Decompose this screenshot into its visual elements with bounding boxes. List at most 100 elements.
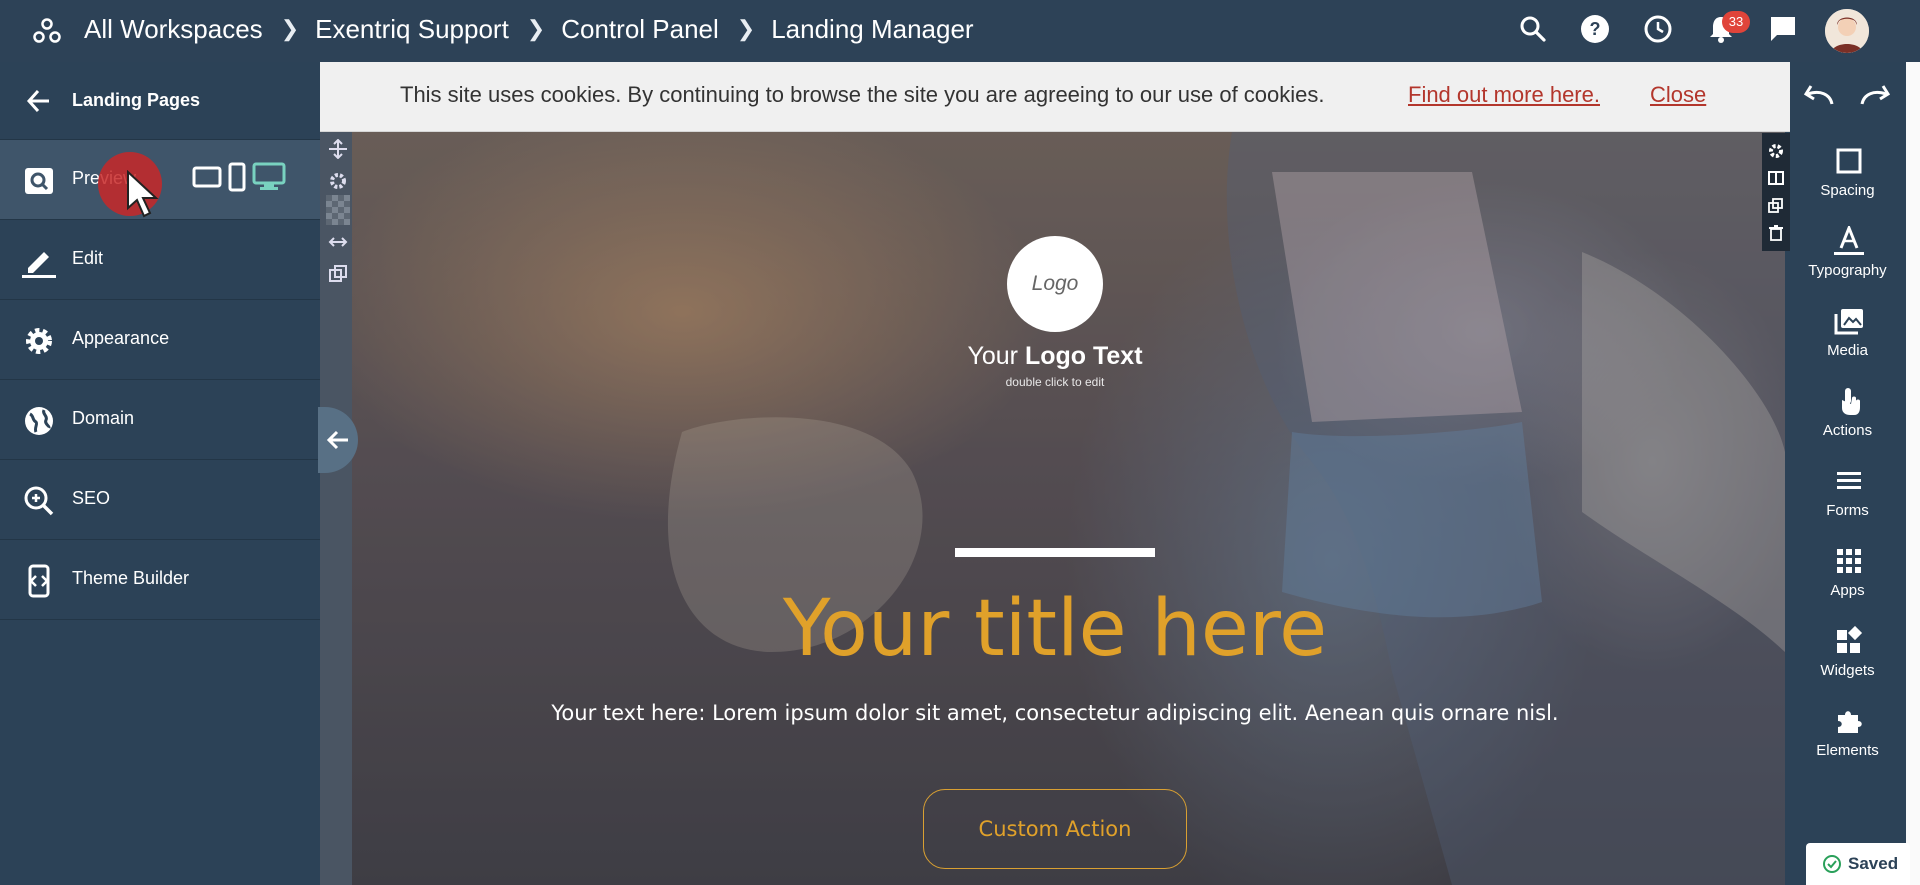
hero-divider [955, 548, 1155, 557]
logo-hint: double click to edit [1005, 375, 1105, 389]
logo-placeholder-text: Logo [1031, 272, 1079, 295]
cookie-more-link[interactable]: Find out more here. [1408, 82, 1600, 108]
tool-label: Elements [1816, 742, 1879, 759]
undo-icon[interactable] [1802, 84, 1836, 106]
hero-text[interactable]: Your text here: Lorem ipsum dolor sit am… [352, 701, 1758, 725]
tool-actions[interactable]: Actions [1790, 386, 1905, 466]
sidebar: Landing Pages Preview Edit A [0, 62, 320, 885]
copy-icon[interactable] [1768, 197, 1784, 214]
sidebar-item-label: Edit [72, 248, 104, 268]
scrollbar[interactable] [1906, 62, 1920, 885]
hero-title[interactable]: Your title here [352, 584, 1758, 674]
transparency-swatch[interactable] [326, 195, 350, 225]
chevron-right-icon: ❯ [736, 16, 756, 41]
globe-icon [25, 407, 53, 435]
notification-badge: 33 [1722, 11, 1750, 33]
chevron-right-icon: ❯ [526, 16, 546, 41]
tool-label: Apps [1830, 582, 1865, 599]
back-to-landing-pages[interactable]: Landing Pages [0, 62, 320, 140]
search-icon[interactable] [1518, 14, 1548, 44]
top-bar: All Workspaces ❯ Exentriq Support ❯ Cont… [0, 0, 1920, 62]
desktop-icon[interactable] [252, 162, 286, 192]
arrow-left-icon [26, 89, 49, 113]
arrow-left-icon [326, 430, 348, 450]
history-controls [1790, 62, 1900, 132]
theme-builder-icon [28, 564, 50, 598]
tool-label: Widgets [1820, 662, 1875, 679]
cookie-banner: This site uses cookies. By continuing to… [320, 62, 1790, 132]
tool-elements[interactable]: Elements [1790, 706, 1905, 786]
sidebar-item-label: Domain [72, 408, 135, 428]
move-icon[interactable] [328, 139, 348, 159]
logo-placeholder[interactable]: Logo [1007, 236, 1103, 332]
tool-label: Typography [1808, 262, 1887, 279]
typography-icon [1834, 226, 1864, 255]
trash-icon[interactable] [1768, 225, 1784, 242]
widgets-icon [1837, 626, 1863, 653]
preview-icon [25, 168, 53, 194]
logo-text[interactable]: Your Logo Text [952, 342, 1158, 371]
chevron-right-icon: ❯ [280, 16, 300, 41]
logo-text-light: Your [967, 342, 1018, 370]
tool-apps[interactable]: Apps [1790, 546, 1905, 626]
sidebar-item-appearance[interactable]: Appearance [0, 300, 320, 380]
tool-widgets[interactable]: Widgets [1790, 626, 1905, 706]
spacing-icon [1836, 148, 1862, 174]
edit-icon [22, 252, 56, 278]
avatar[interactable] [1825, 9, 1869, 53]
media-icon [1834, 309, 1863, 335]
tool-label: Actions [1822, 422, 1873, 439]
puzzle-icon [1838, 711, 1862, 733]
sidebar-item-theme-builder[interactable]: Theme Builder [0, 540, 320, 620]
sidebar-item-edit[interactable]: Edit [0, 220, 320, 300]
history-icon[interactable] [1643, 14, 1673, 44]
saved-label: Saved [1848, 854, 1899, 873]
sidebar-item-label: Theme Builder [72, 568, 190, 588]
breadcrumb-control-panel[interactable]: Control Panel [561, 14, 719, 45]
saved-status: Saved [1806, 843, 1910, 885]
touch-icon [1842, 388, 1860, 415]
duplicate-icon[interactable] [329, 265, 347, 283]
tool-forms[interactable]: Forms [1790, 466, 1905, 546]
breadcrumb-all-workspaces[interactable]: All Workspaces [84, 14, 263, 45]
sidebar-item-domain[interactable]: Domain [0, 380, 320, 460]
help-icon[interactable]: ? [1580, 14, 1610, 44]
breadcrumb-landing-manager: Landing Manager [771, 13, 974, 44]
custom-action-button[interactable]: Custom Action [923, 789, 1187, 869]
device-switcher [192, 162, 286, 192]
tool-label: Media [1827, 342, 1868, 359]
tool-label: Spacing [1820, 182, 1875, 199]
breadcrumb: All Workspaces ❯ Exentriq Support ❯ Cont… [84, 0, 974, 58]
mouse-cursor-icon [127, 170, 159, 218]
mobile-icon[interactable] [228, 162, 246, 192]
cookie-close-link[interactable]: Close [1650, 82, 1706, 108]
logo-text-bold: Logo Text [1024, 342, 1143, 370]
section-settings-icon[interactable] [329, 172, 347, 190]
gear-icon [26, 328, 52, 354]
breadcrumb-workspace[interactable]: Exentriq Support [315, 14, 509, 45]
columns-icon[interactable] [1768, 170, 1784, 186]
resize-horizontal-icon[interactable] [328, 234, 348, 250]
sidebar-item-label: SEO [72, 488, 111, 508]
check-circle-icon [1823, 855, 1841, 873]
sidebar-item-label: Appearance [72, 328, 170, 348]
tool-typography[interactable]: Typography [1790, 226, 1905, 306]
redo-icon[interactable] [1858, 84, 1892, 106]
sidebar-item-preview[interactable]: Preview [0, 140, 320, 220]
chat-icon[interactable] [1768, 14, 1798, 44]
seo-search-icon [24, 486, 54, 516]
sidebar-item-seo[interactable]: SEO [0, 460, 320, 540]
cookie-text: This site uses cookies. By continuing to… [400, 82, 1325, 107]
svg-text:?: ? [1590, 19, 1601, 39]
forms-icon [1837, 472, 1861, 489]
hero-section[interactable]: Logo Your Logo Text double click to edit… [352, 132, 1785, 885]
tool-media[interactable]: Media [1790, 306, 1905, 386]
section-toolbar [1762, 133, 1790, 251]
workspaces-icon[interactable] [32, 16, 62, 46]
section-gear-icon[interactable] [1768, 143, 1784, 159]
tablet-icon[interactable] [192, 166, 222, 188]
back-label: Landing Pages [72, 90, 201, 110]
tool-label: Forms [1826, 502, 1869, 519]
apps-icon [1837, 549, 1861, 573]
tool-spacing[interactable]: Spacing [1790, 146, 1905, 226]
